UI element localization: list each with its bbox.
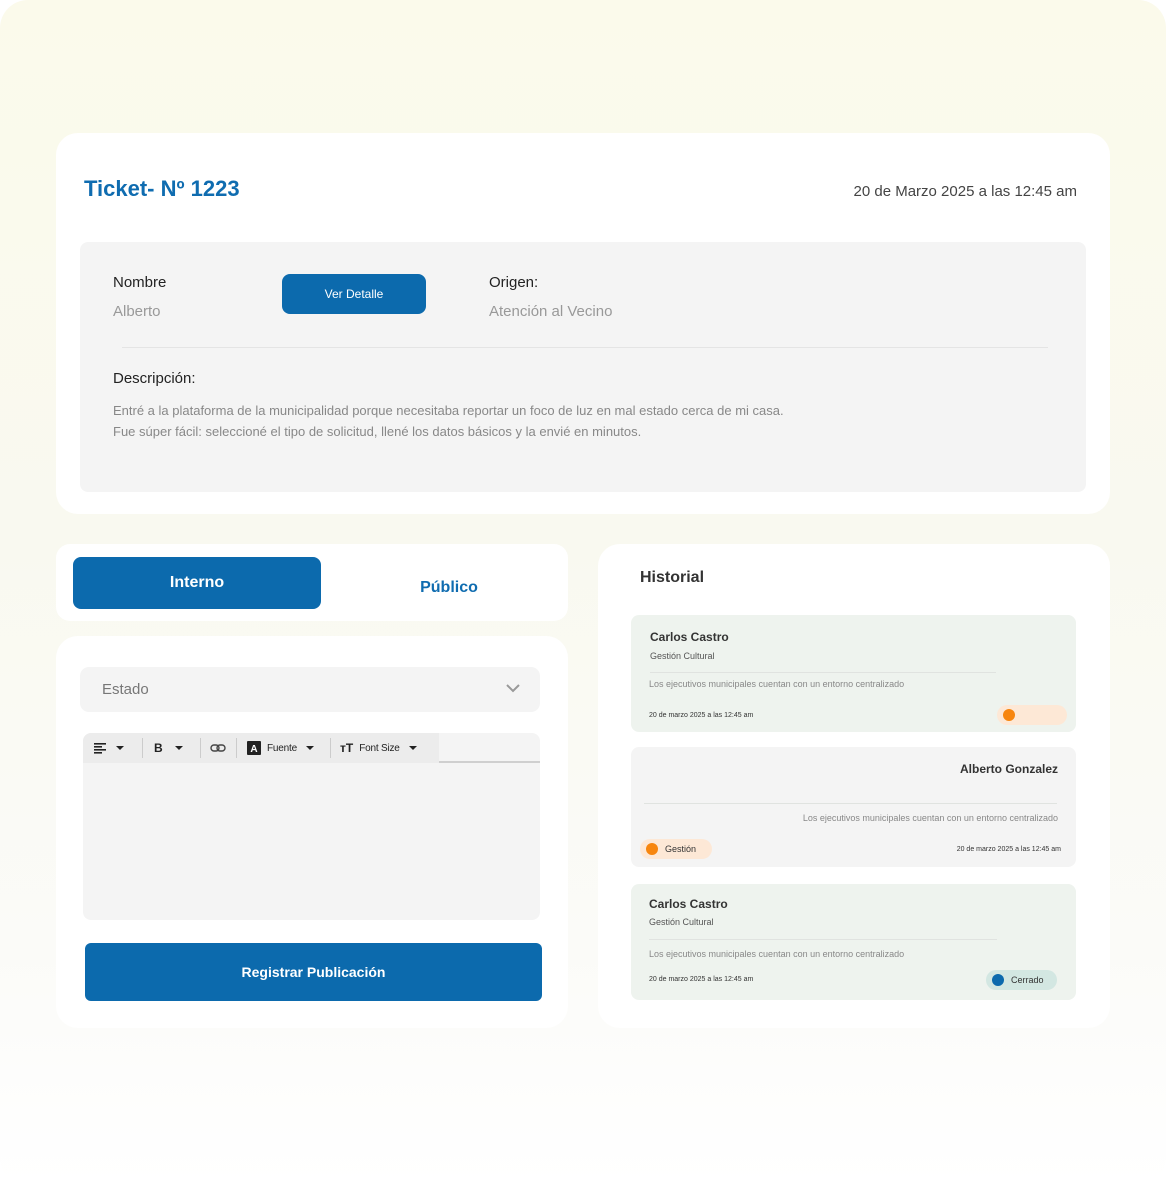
divider [122,347,1048,348]
fuente-dropdown[interactable]: A Fuente [247,739,314,757]
historial-card: Historial Carlos Castro Gestión Cultural… [598,544,1110,1028]
editor-toolbar: B A Fuente ᴛT Font Size [83,733,540,763]
ticket-date: 20 de Marzo 2025 a las 12:45 am [853,183,1077,200]
entry-author: Carlos Castro [649,897,728,911]
descripcion-label: Descripción: [113,370,196,387]
svg-text:A: A [250,744,257,755]
entry-text: Los ejecutivos municipales cuentan con u… [649,679,905,689]
entry-area: Gestión Cultural [650,651,715,661]
bold-icon: B [154,741,163,755]
history-entry: Carlos Castro Gestión Cultural Los ejecu… [631,615,1076,732]
status-badge-label: Cerrado [1011,975,1044,985]
font-size-dropdown[interactable]: ᴛT Font Size [340,739,417,757]
tabs-card: Interno Público [56,544,568,621]
tab-interno[interactable]: Interno [73,557,321,609]
caret-down-icon [305,746,314,750]
history-entry: Alberto Gonzalez Los ejecutivos municipa… [631,747,1076,867]
link-button[interactable] [210,739,226,757]
entry-text: Los ejecutivos municipales cuentan con u… [649,949,905,959]
entry-date: 20 de marzo 2025 a las 12:45 am [649,976,754,983]
entry-area: Gestión Cultural [649,917,714,927]
status-badge [997,705,1067,725]
status-dot-icon [992,974,1004,986]
link-icon [210,744,226,752]
publication-form: Estado B A Fuente ᴛT Font Size Registrar… [56,636,568,1028]
font-color-icon: A [247,741,261,755]
entry-date: 20 de marzo 2025 a las 12:45 am [956,846,1061,853]
ticket-title: Ticket- Nº 1223 [84,176,240,201]
status-badge-label: Gestión [665,844,697,854]
ver-detalle-button[interactable]: Ver Detalle [282,274,426,314]
origen-value: Atención al Vecino [489,303,613,320]
caret-down-icon [174,746,183,750]
caret-down-icon [408,746,417,750]
entry-author: Alberto Gonzalez [959,762,1058,776]
font-size-label: Font Size [359,742,400,754]
nombre-value: Alberto [113,303,161,320]
rich-text-editor[interactable]: B A Fuente ᴛT Font Size [83,733,540,920]
align-left-icon [94,743,106,754]
status-dot-icon [1003,709,1015,721]
historial-title: Historial [640,569,705,586]
origen-label: Origen: [489,274,539,291]
chevron-down-icon [506,684,520,693]
ticket-info-box: Nombre Alberto Ver Detalle Origen: Atenc… [80,242,1086,492]
fuente-label: Fuente [267,742,297,754]
entry-author: Carlos Castro [650,630,729,644]
status-badge: Cerrado [986,970,1057,990]
estado-select[interactable]: Estado [80,667,540,712]
nombre-label: Nombre [113,274,167,291]
registrar-publicacion-button[interactable]: Registrar Publicación [85,943,542,1001]
entry-text: Los ejecutivos municipales cuentan con u… [802,813,1058,823]
font-size-icon: ᴛT [340,741,354,755]
descripcion-text: Entré a la plataforma de la municipalida… [113,403,784,439]
entry-date: 20 de marzo 2025 a las 12:45 am [649,712,754,719]
ticket-card: Ticket- Nº 1223 20 de Marzo 2025 a las 1… [56,133,1110,514]
history-entry: Carlos Castro Gestión Cultural Los ejecu… [631,884,1076,1000]
tab-publico[interactable]: Público [353,568,545,608]
caret-down-icon [116,746,124,750]
bold-dropdown[interactable]: B [154,739,183,757]
status-badge: Gestión [640,839,712,859]
estado-placeholder: Estado [102,681,149,698]
align-dropdown[interactable] [93,739,124,757]
status-dot-icon [646,843,658,855]
